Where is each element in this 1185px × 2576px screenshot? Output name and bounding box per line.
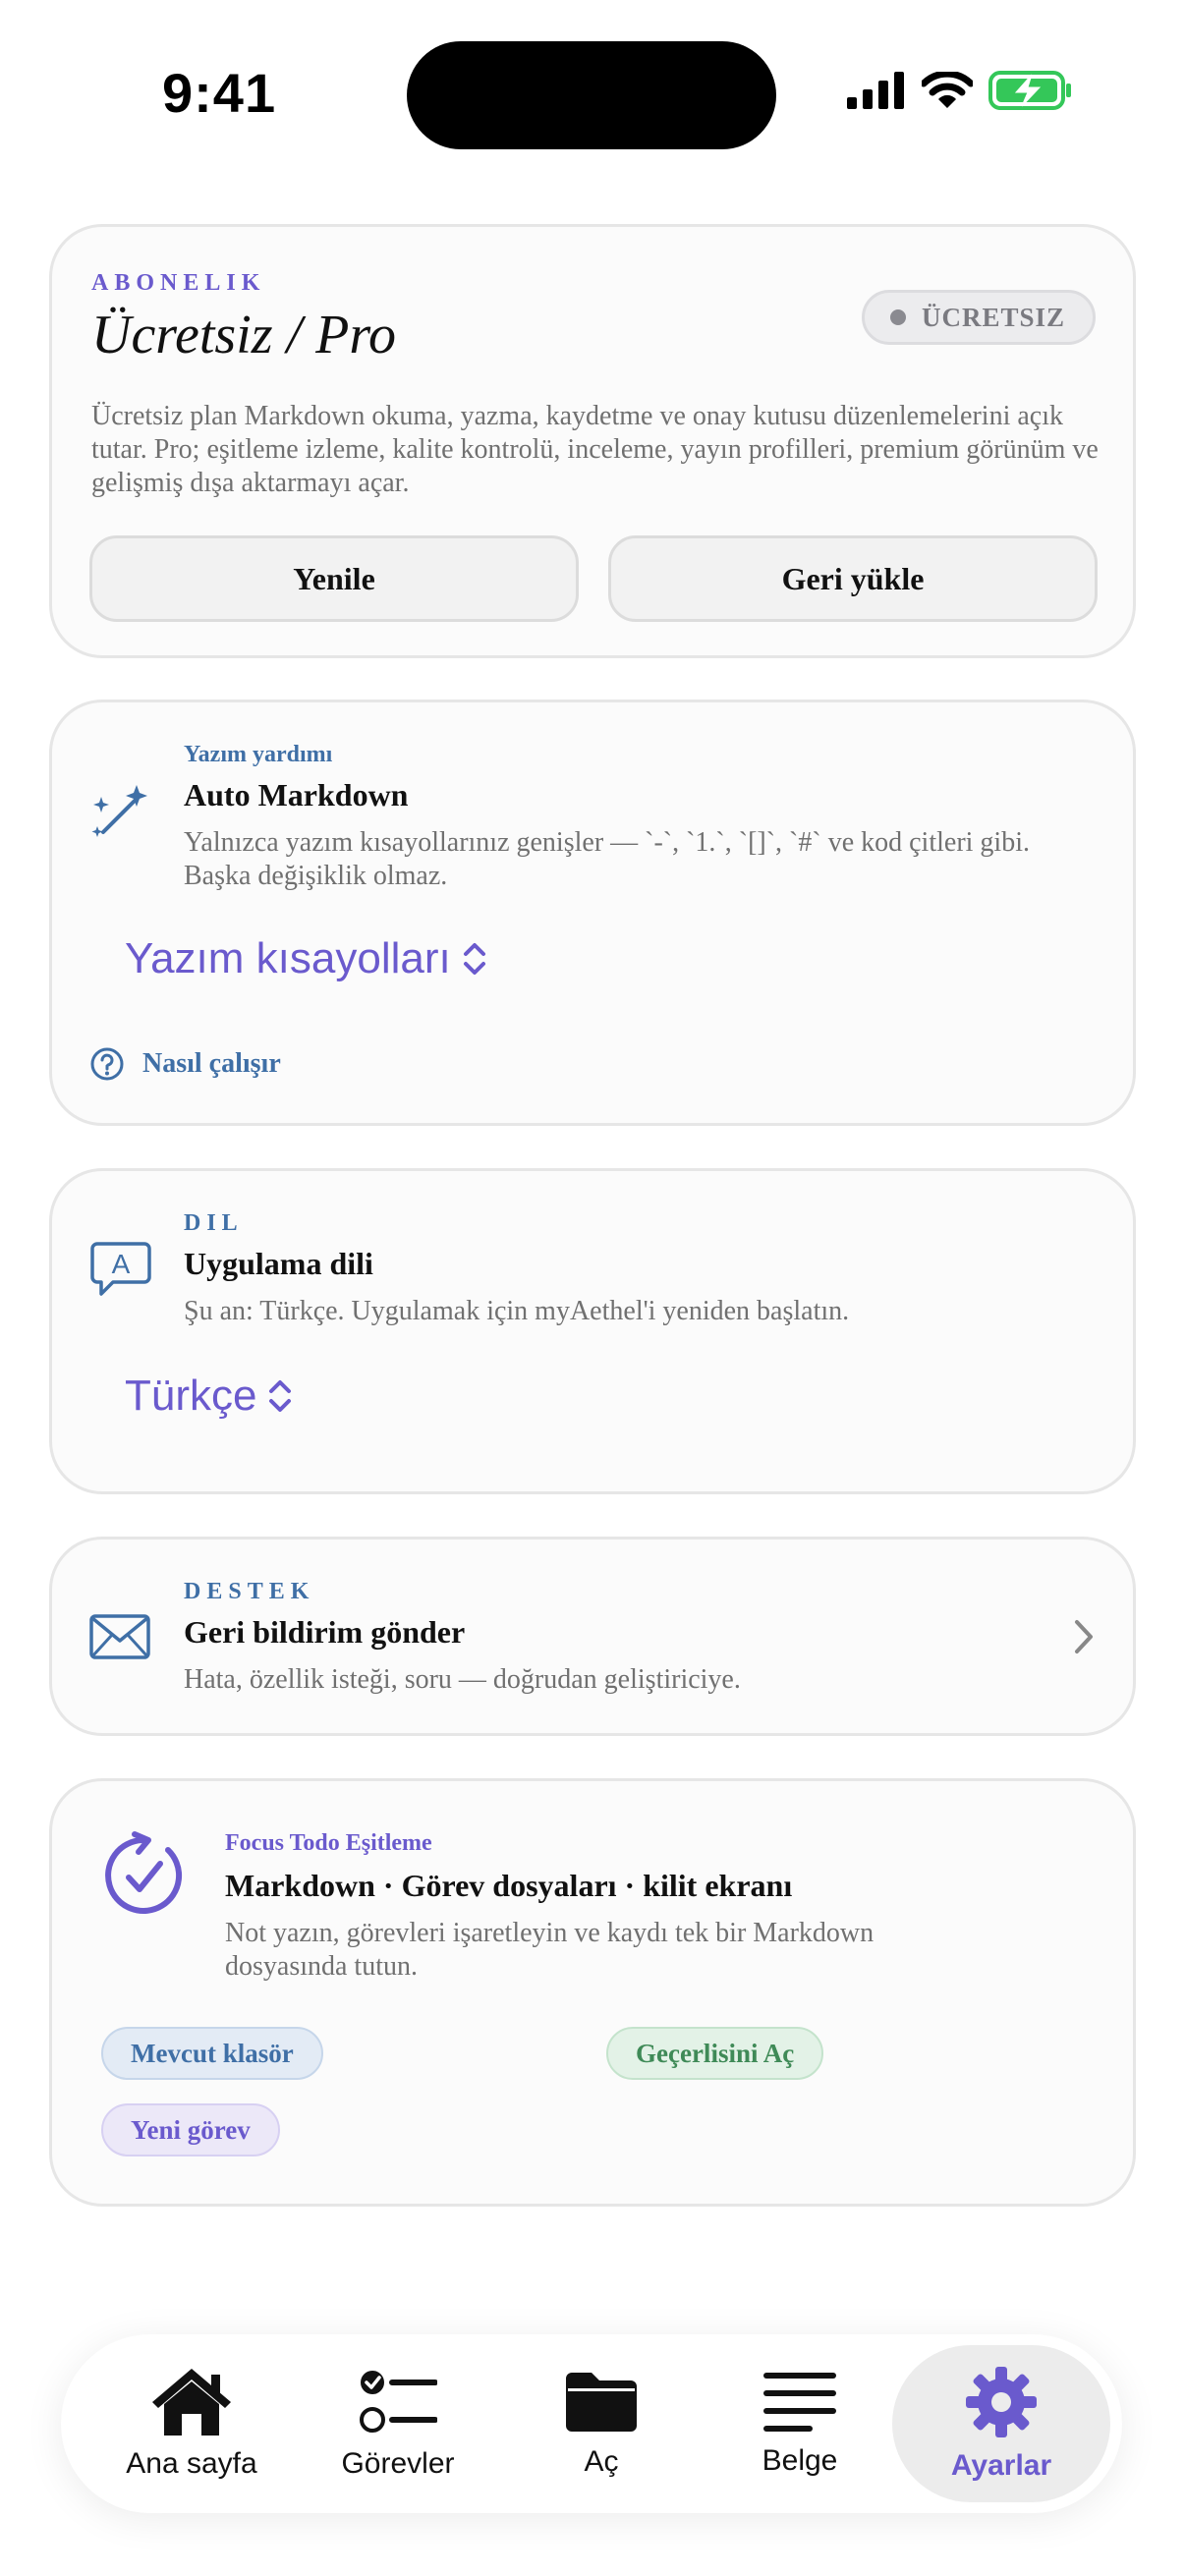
status-time: 9:41 bbox=[162, 62, 277, 124]
sync-check-icon bbox=[105, 1831, 183, 1914]
send-feedback-description: Hata, özellik isteği, soru — doğrudan ge… bbox=[184, 1664, 741, 1695]
cellular-signal-icon bbox=[847, 72, 904, 109]
tab-open[interactable]: Aç bbox=[503, 2334, 700, 2513]
tab-open-label: Aç bbox=[584, 2445, 619, 2478]
focus-todo-sync-card: Focus Todo Eşitleme Markdown · Görev dos… bbox=[49, 1778, 1136, 2207]
battery-charging-icon bbox=[988, 71, 1071, 110]
status-icons bbox=[847, 71, 1073, 110]
badge-dot bbox=[889, 309, 906, 325]
focus-todo-description: Not yazın, görevleri işaretleyin ve kayd… bbox=[225, 1918, 875, 1982]
language-picker-label: Türkçe bbox=[125, 1372, 257, 1420]
question-circle-icon bbox=[90, 1047, 124, 1081]
restore-purchases-button[interactable]: Geri yükle bbox=[608, 535, 1098, 622]
chevron-up-down-icon bbox=[269, 1380, 292, 1412]
language-picker[interactable]: Türkçe bbox=[125, 1372, 294, 1421]
tab-tasks-label: Görevler bbox=[341, 2447, 455, 2480]
chevron-up-down-icon bbox=[463, 943, 485, 975]
tab-settings-label: Ayarlar bbox=[950, 2449, 1052, 2482]
new-task-chip[interactable]: Yeni görev bbox=[101, 2103, 280, 2156]
app-language-description: Şu an: Türkçe. Uygulamak için myAethel'i… bbox=[184, 1296, 850, 1326]
writing-shortcuts-picker-label: Yazım kısayolları bbox=[125, 934, 451, 982]
send-feedback-title: Geri bildirim gönder bbox=[184, 1614, 466, 1650]
subscription-description: Ücretsiz plan Markdown okuma, yazma, kay… bbox=[91, 401, 1099, 498]
auto-markdown-title: Auto Markdown bbox=[184, 777, 409, 812]
subscription-title: Ücretsiz / Pro bbox=[91, 305, 397, 365]
language-overline: DIL bbox=[184, 1210, 244, 1236]
gear-icon bbox=[966, 2367, 1037, 2437]
tab-home-label: Ana sayfa bbox=[126, 2447, 257, 2480]
tab-document[interactable]: Belge bbox=[702, 2334, 898, 2513]
dynamic-island bbox=[407, 41, 776, 149]
focus-todo-overline: Focus Todo Eşitleme bbox=[225, 1830, 432, 1856]
language-bubble-icon: A bbox=[90, 1242, 151, 1296]
how-it-works-label: Nasıl çalışır bbox=[142, 1048, 281, 1079]
tab-bar: Ana sayfa Görevler Aç Belge Ayarlar bbox=[61, 2334, 1122, 2513]
writing-assist-overline: Yazım yardımı bbox=[184, 742, 333, 767]
document-lines-icon bbox=[763, 2373, 836, 2432]
plan-status-badge: ÜCRETSIZ bbox=[861, 290, 1096, 345]
refresh-button[interactable]: Yenile bbox=[89, 535, 579, 622]
auto-markdown-description: Yalnızca yazım kısayollarınız genişler —… bbox=[184, 827, 1030, 891]
folder-icon bbox=[566, 2373, 637, 2432]
home-icon bbox=[152, 2369, 231, 2436]
support-overline: DESTEK bbox=[184, 1579, 315, 1604]
envelope-icon bbox=[89, 1614, 150, 1659]
wifi-icon bbox=[922, 72, 973, 108]
tab-home[interactable]: Ana sayfa bbox=[93, 2334, 290, 2513]
support-card[interactable]: DESTEK Geri bildirim gönder Hata, özelli… bbox=[49, 1537, 1136, 1736]
tab-document-label: Belge bbox=[762, 2444, 838, 2477]
how-it-works-link[interactable]: Nasıl çalışır bbox=[89, 1046, 281, 1082]
badge-label: ÜCRETSIZ bbox=[921, 302, 1065, 332]
checklist-icon bbox=[360, 2371, 437, 2433]
tab-settings[interactable]: Ayarlar bbox=[892, 2345, 1110, 2502]
tab-tasks[interactable]: Görevler bbox=[300, 2334, 496, 2513]
subscription-card: ABONELIK Ücretsiz / Pro ÜCRETSIZ Ücretsi… bbox=[49, 224, 1136, 658]
chevron-right-icon bbox=[1075, 1620, 1093, 1653]
open-current-chip[interactable]: Geçerlisini Aç bbox=[606, 2027, 824, 2080]
existing-folder-chip[interactable]: Mevcut klasör bbox=[101, 2027, 323, 2080]
writing-shortcuts-picker[interactable]: Yazım kısayolları bbox=[125, 934, 488, 983]
status-bar: 9:41 bbox=[0, 0, 1185, 187]
subscription-overline: ABONELIK bbox=[91, 270, 266, 296]
language-card: A DIL Uygulama dili Şu an: Türkçe. Uygul… bbox=[49, 1168, 1136, 1494]
magic-wand-icon bbox=[91, 785, 147, 837]
focus-todo-title: Markdown · Görev dosyaları · kilit ekran… bbox=[225, 1868, 793, 1903]
auto-markdown-card: Yazım yardımı Auto Markdown Yalnızca yaz… bbox=[49, 700, 1136, 1126]
app-language-title: Uygulama dili bbox=[184, 1246, 373, 1281]
svg-text:A: A bbox=[112, 1249, 131, 1279]
